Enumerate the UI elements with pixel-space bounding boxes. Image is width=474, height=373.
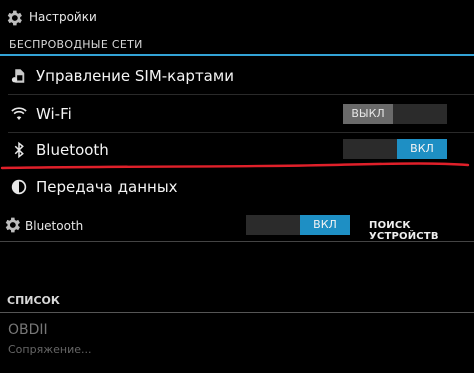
- device-name: OBDII: [8, 322, 48, 338]
- sim-label: Управление SIM-картами: [36, 67, 234, 85]
- list-item[interactable]: OBDII Сопряжение...: [0, 316, 474, 366]
- bluetooth-label: Bluetooth: [36, 141, 109, 159]
- data-usage-icon: [11, 179, 27, 195]
- sim-card-icon: [11, 69, 25, 83]
- wifi-icon: [11, 107, 27, 120]
- settings-row-sim[interactable]: Управление SIM-картами: [0, 58, 474, 94]
- bluetooth-panel-toggle-label: ВКЛ: [300, 215, 350, 235]
- list-divider: [0, 312, 474, 313]
- bluetooth-icon: [14, 141, 24, 159]
- bluetooth-toggle[interactable]: ВКЛ: [343, 139, 447, 159]
- panel-divider: [0, 241, 474, 242]
- settings-row-wifi[interactable]: Wi-Fi ВЫКЛ: [0, 96, 474, 132]
- settings-row-data[interactable]: Передача данных: [0, 170, 474, 206]
- bluetooth-action-bar: Bluetooth ВКЛ ПОИСК УСТРОЙСТВ: [0, 211, 474, 242]
- search-devices-button[interactable]: ПОИСК УСТРОЙСТВ: [369, 220, 474, 242]
- bluetooth-panel-title: Bluetooth: [25, 219, 84, 233]
- section-header-wireless: БЕСПРОВОДНЫЕ СЕТИ: [9, 38, 143, 51]
- bluetooth-panel-toggle[interactable]: ВКЛ: [246, 215, 350, 235]
- bluetooth-toggle-label: ВКЛ: [397, 139, 447, 159]
- device-status: Сопряжение...: [8, 343, 92, 356]
- data-transfer-label: Передача данных: [36, 178, 178, 196]
- wifi-toggle[interactable]: ВЫКЛ: [343, 104, 447, 124]
- row-divider: [8, 94, 474, 95]
- wifi-toggle-label: ВЫКЛ: [343, 104, 393, 124]
- wifi-label: Wi-Fi: [36, 105, 72, 123]
- section-divider: [0, 54, 474, 56]
- page-title: Настройки: [29, 10, 97, 24]
- list-header: СПИСОК: [7, 294, 60, 307]
- settings-gear-icon[interactable]: [4, 8, 24, 28]
- action-bar: Настройки: [0, 0, 474, 34]
- settings-gear-icon[interactable]: [2, 215, 22, 235]
